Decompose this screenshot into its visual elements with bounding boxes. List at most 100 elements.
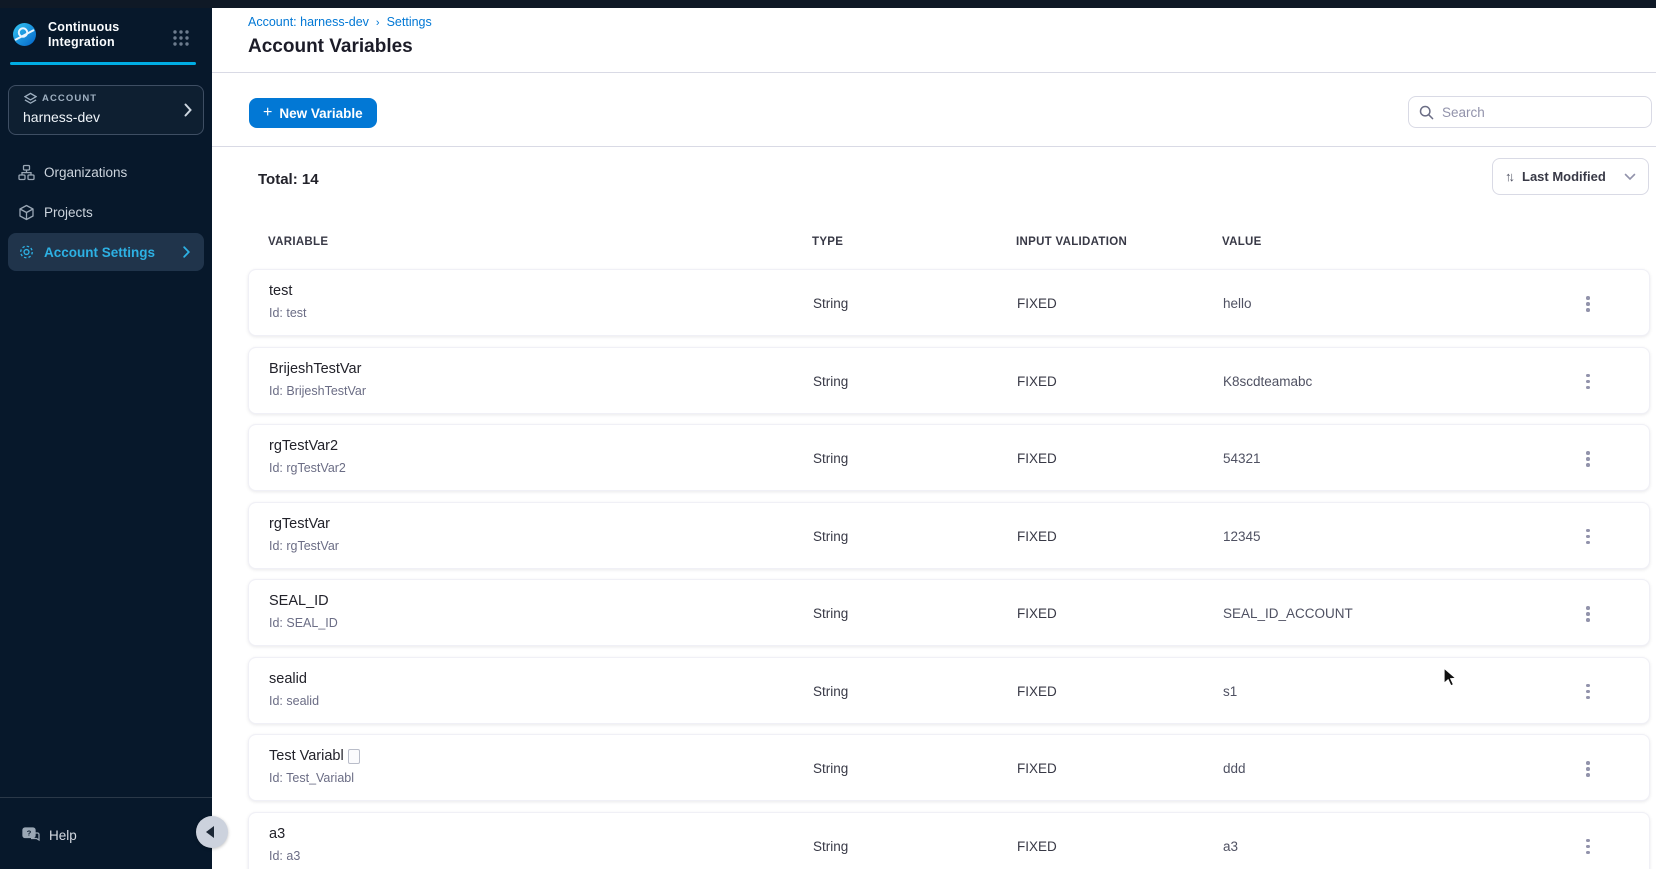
new-variable-button[interactable]: + New Variable (249, 98, 377, 128)
variable-row[interactable]: SEAL_ID Id: SEAL_ID String FIXED SEAL_ID… (248, 579, 1650, 646)
variable-row[interactable]: a3 Id: a3 String FIXED a3 (248, 811, 1650, 869)
sidebar: Continuous Integration ACCOUNT harness-d… (0, 0, 212, 869)
variable-input-validation: FIXED (1017, 451, 1057, 466)
variable-name: rgTestVar2 (269, 438, 339, 454)
breadcrumb: Account: harness-dev › Settings (248, 15, 432, 29)
plus-icon: + (263, 103, 273, 121)
variable-id: Id: sealid (269, 693, 320, 708)
account-selector[interactable]: ACCOUNT harness-dev (8, 85, 204, 135)
arrow-left-icon (206, 826, 214, 838)
sidebar-item-label: Organizations (44, 164, 128, 180)
sidebar-collapse-button[interactable] (196, 816, 228, 848)
variable-type: String (813, 606, 849, 621)
variable-value: 54321 (1223, 451, 1261, 466)
variable-row[interactable]: BrijeshTestVar Id: BrijeshTestVar String… (248, 346, 1650, 414)
missing-glyph-box (347, 748, 360, 764)
variable-id: Id: rgTestVar (269, 538, 339, 553)
variable-input-validation: FIXED (1017, 838, 1057, 854)
sort-dropdown-value: Last Modified (1522, 169, 1606, 184)
accent-rule (10, 62, 196, 65)
row-menu-button[interactable] (1579, 835, 1597, 859)
account-label: ACCOUNT (42, 93, 98, 104)
svg-text:?: ? (27, 829, 32, 838)
sidebar-item-label: Account Settings (44, 244, 156, 260)
variable-type: String (813, 451, 849, 466)
breadcrumb-account-link[interactable]: Account: harness-dev (248, 15, 369, 29)
help-button[interactable]: ? Help (0, 820, 212, 850)
variable-value: K8scdteamabc (1223, 373, 1313, 389)
sidebar-footer-divider (0, 797, 212, 798)
variable-value: ddd (1223, 761, 1246, 776)
variable-row[interactable]: Test Variabl Id: Test_Variabl String FIX… (248, 734, 1650, 801)
chevron-right-icon (184, 103, 192, 117)
variable-type: String (813, 373, 849, 389)
variable-row[interactable]: rgTestVar2 Id: rgTestVar2 String FIXED 5… (248, 424, 1650, 491)
variable-name: test (269, 283, 293, 299)
sidebar-item-projects[interactable]: Projects (0, 192, 212, 232)
app-window: Continuous Integration ACCOUNT harness-d… (0, 0, 1656, 869)
variable-type: String (813, 838, 849, 854)
sidebar-nav: Organizations Projects Account Settings (0, 152, 212, 271)
search-icon (1419, 105, 1434, 120)
search-input[interactable] (1442, 104, 1641, 120)
variable-input-validation: FIXED (1017, 528, 1057, 544)
variable-id: Id: Test_Variabl (269, 771, 355, 785)
sort-dropdown[interactable]: ↑↓ Last Modified (1492, 158, 1649, 195)
variable-value: a3 (1223, 838, 1239, 854)
window-top-strip (0, 0, 1656, 8)
chevron-down-icon (1624, 173, 1636, 181)
help-chat-icon: ? (22, 827, 40, 843)
row-menu-button[interactable] (1579, 680, 1597, 704)
row-menu-button[interactable] (1579, 447, 1597, 471)
variable-name: sealid (269, 670, 307, 687)
layers-icon (24, 92, 37, 105)
variable-value: 12345 (1223, 528, 1261, 544)
variable-name: SEAL_ID (269, 593, 329, 609)
variable-value: hello (1223, 296, 1252, 311)
account-name: harness-dev (23, 109, 101, 125)
module-title: Continuous Integration (48, 20, 120, 49)
variable-type: String (813, 528, 849, 544)
variable-input-validation: FIXED (1017, 373, 1057, 389)
sidebar-item-label: Projects (44, 204, 93, 220)
variable-name: BrijeshTestVar (269, 360, 362, 377)
page-title: Account Variables (248, 36, 413, 57)
variable-row[interactable]: test Id: test String FIXED hello (248, 269, 1650, 336)
variable-id: Id: test (269, 306, 307, 320)
variable-id: Id: rgTestVar2 (269, 461, 346, 475)
column-header-value: VALUE (1222, 236, 1262, 248)
row-menu-button[interactable] (1579, 757, 1597, 781)
row-menu-button[interactable] (1579, 525, 1597, 549)
column-header-input-validation: INPUT VALIDATION (1016, 236, 1128, 248)
variable-input-validation: FIXED (1017, 761, 1057, 776)
variable-input-validation: FIXED (1017, 296, 1057, 311)
variable-value: s1 (1223, 683, 1238, 699)
variable-row[interactable]: sealid Id: sealid String FIXED s1 (248, 656, 1650, 724)
variable-name: rgTestVar (269, 515, 330, 532)
org-chart-icon (18, 164, 35, 181)
row-menu-button[interactable] (1579, 370, 1597, 394)
row-menu-button[interactable] (1579, 292, 1597, 316)
search-box (1408, 96, 1652, 128)
total-count: Total: 14 (258, 171, 319, 188)
variable-row[interactable]: rgTestVar Id: rgTestVar String FIXED 123… (248, 501, 1650, 569)
variable-name: a3 (269, 825, 286, 842)
module-grid-icon[interactable] (172, 29, 190, 47)
main-content: Account: harness-dev › Settings Account Va… (212, 8, 1656, 869)
header-divider (212, 72, 1656, 73)
breadcrumb-separator: › (375, 17, 380, 29)
variable-type: String (813, 296, 849, 311)
variables-list: test Id: test String FIXED hello Brijesh… (248, 269, 1650, 869)
sidebar-item-organizations[interactable]: Organizations (0, 152, 212, 192)
variable-input-validation: FIXED (1017, 683, 1057, 699)
new-variable-label: New Variable (279, 105, 363, 121)
breadcrumb-settings-link[interactable]: Settings (387, 15, 432, 29)
variable-value: SEAL_ID_ACCOUNT (1223, 606, 1353, 621)
row-menu-button[interactable] (1579, 602, 1597, 626)
variable-id: Id: SEAL_ID (269, 616, 338, 630)
toolbar-divider (212, 146, 1656, 147)
column-header-type: TYPE (812, 236, 844, 248)
variable-id: Id: BrijeshTestVar (269, 383, 367, 398)
sidebar-item-account-settings[interactable]: Account Settings (8, 233, 204, 271)
brand-header: Continuous Integration (0, 8, 212, 62)
